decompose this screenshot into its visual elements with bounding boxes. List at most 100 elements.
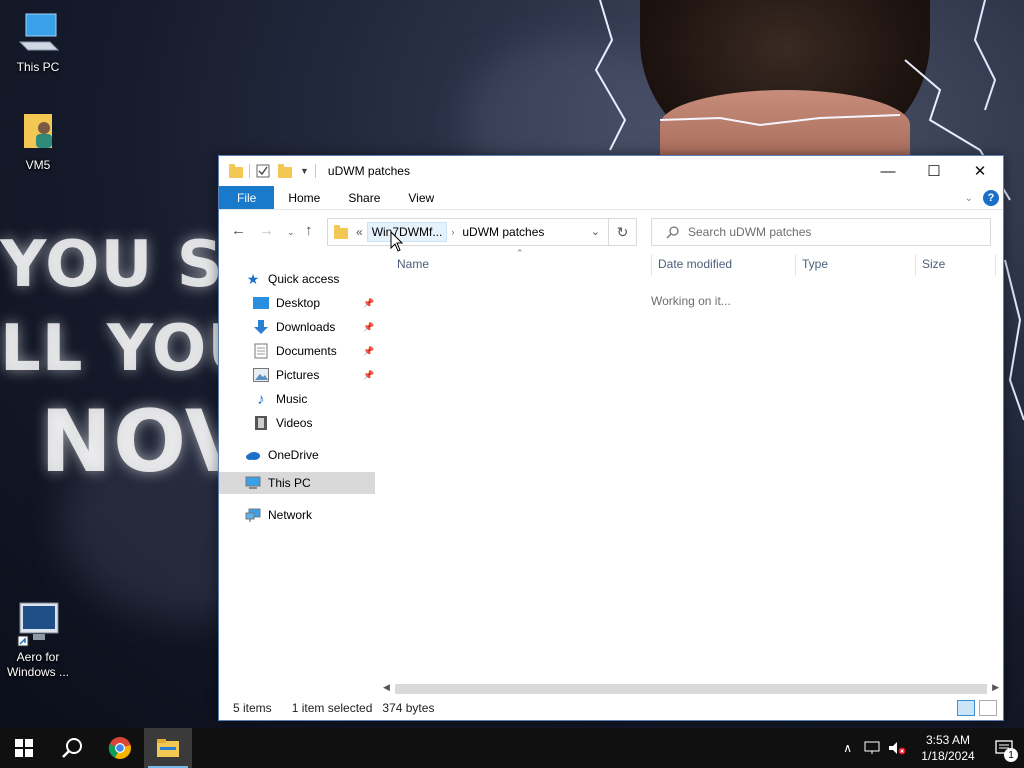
this-pc-icon (245, 475, 261, 491)
network-status-icon[interactable] (864, 741, 880, 755)
breadcrumb-win7dwm[interactable]: Win7DWMf... (366, 222, 448, 242)
column-label: Size (922, 257, 946, 271)
minimize-button[interactable]: — (865, 156, 911, 186)
clock[interactable]: 3:53 AM 1/18/2024 (912, 732, 984, 764)
nav-this-pc[interactable]: This PC (219, 472, 375, 494)
close-icon: ✕ (973, 163, 987, 180)
help-icon[interactable]: ? (983, 190, 999, 206)
nav-onedrive[interactable]: OneDrive (245, 444, 319, 466)
maximize-button[interactable]: ☐ (911, 156, 957, 186)
nav-label: Pictures (276, 368, 320, 382)
file-list[interactable]: Name ⌃ Date modified Type Size Working o… (379, 248, 1003, 684)
file-explorer-window: ▼ uDWM patches — ☐ ✕ File Home Share Vie… (218, 155, 1004, 721)
user-folder-icon (14, 108, 62, 156)
desktop-icon-label: This PC (16, 60, 60, 74)
search-box[interactable]: Search uDWM patches (651, 218, 991, 246)
pin-icon[interactable]: 📌 (363, 322, 374, 333)
nav-item-desktop[interactable]: Desktop 📌 (253, 292, 377, 314)
desktop-icon (253, 295, 269, 311)
chrome-taskbar-button[interactable] (96, 728, 144, 768)
action-center-button[interactable]: 1 (984, 728, 1024, 768)
tab-view[interactable]: View (394, 186, 448, 209)
download-icon (253, 319, 269, 335)
customize-toolbar-chevron-icon[interactable]: ▼ (300, 166, 309, 176)
search-button[interactable] (48, 728, 96, 768)
nav-item-downloads[interactable]: Downloads 📌 (253, 316, 377, 338)
nav-label: This PC (268, 476, 311, 490)
tab-file[interactable]: File (219, 186, 275, 209)
nav-item-pictures[interactable]: Pictures 📌 (253, 364, 377, 386)
scrollbar-thumb[interactable] (395, 684, 987, 694)
window-title: uDWM patches (327, 164, 410, 178)
desktop-icon-label: Aero for Windows ... (6, 650, 69, 679)
show-hidden-icons-icon[interactable]: ∧ (843, 741, 852, 755)
quick-access-toolbar: ▼ (219, 156, 309, 186)
pin-icon[interactable]: 📌 (363, 346, 374, 357)
expand-ribbon-chevron-icon[interactable]: ⌄ (965, 193, 973, 204)
forward-arrow-icon[interactable]: → (259, 222, 274, 239)
pin-icon[interactable]: 📌 (363, 370, 374, 381)
ribbon-tabs: File Home Share View ⌄ ? (219, 186, 1003, 210)
nav-quick-access[interactable]: ★ Quick access (245, 268, 340, 290)
desktop-icon-vm5[interactable]: VM5 (0, 108, 76, 173)
status-size: 374 bytes (382, 701, 435, 715)
notification-count-badge: 1 (1004, 748, 1018, 762)
sort-ascending-icon: ⌃ (516, 248, 524, 258)
this-pc-icon (14, 10, 62, 58)
column-label: Name (397, 257, 430, 271)
large-icons-view-icon[interactable] (979, 700, 997, 716)
title-bar[interactable]: ▼ uDWM patches — ☐ ✕ (219, 156, 1003, 186)
desktop-icon-this-pc[interactable]: This PC (0, 10, 76, 75)
column-header-date-modified[interactable]: Date modified (658, 250, 794, 278)
refresh-button[interactable]: ↻ (609, 218, 637, 246)
status-bar: 5 items 1 item selected 374 bytes (219, 696, 1003, 720)
nav-network[interactable]: Network (245, 504, 312, 526)
column-header-size[interactable]: Size (922, 250, 992, 278)
cloud-icon (245, 447, 261, 463)
nav-item-documents[interactable]: Documents 📌 (253, 340, 377, 362)
windows-logo-icon (15, 739, 33, 757)
navigation-bar: ← → ⌄ ↑ « Win7DWMf... › uDWM patches ⌄ ↻… (219, 210, 1003, 250)
clock-date: 1/18/2024 (921, 749, 975, 763)
column-header-type[interactable]: Type (802, 250, 914, 278)
nav-label: Desktop (276, 296, 321, 310)
desktop-icon-aero[interactable]: Aero for Windows ... (0, 600, 76, 680)
nav-item-music[interactable]: ♪ Music (253, 388, 307, 410)
up-arrow-icon[interactable]: ↑ (305, 222, 313, 239)
nav-label: OneDrive (268, 448, 319, 462)
chrome-icon (108, 737, 131, 759)
search-placeholder: Search uDWM patches (688, 225, 812, 239)
new-folder-icon[interactable] (278, 163, 292, 178)
nav-label: Downloads (276, 320, 336, 334)
details-view-icon[interactable] (957, 700, 975, 716)
scroll-right-icon[interactable]: ▶ (992, 682, 999, 693)
videos-icon (253, 415, 269, 431)
refresh-icon: ↻ (616, 223, 629, 240)
address-overflow-icon[interactable]: « (352, 222, 367, 242)
horizontal-scrollbar[interactable]: ◀ ▶ (379, 682, 1003, 696)
close-button[interactable]: ✕ (957, 156, 1003, 186)
column-label: Type (802, 257, 829, 271)
pin-icon[interactable]: 📌 (363, 298, 374, 309)
status-selected: 1 item selected (291, 701, 373, 715)
back-arrow-icon[interactable]: ← (231, 222, 246, 239)
address-history-chevron-icon[interactable]: ⌄ (591, 225, 600, 238)
taskbar: ∧ 3:53 AM 1/18/2024 1 (0, 728, 1024, 768)
recent-locations-chevron-icon[interactable]: ⌄ (287, 227, 295, 238)
tab-home[interactable]: Home (274, 186, 334, 209)
start-button[interactable] (0, 728, 48, 768)
address-bar[interactable]: « Win7DWMf... › uDWM patches ⌄ (327, 218, 609, 246)
nav-label: Music (276, 392, 308, 406)
nav-item-videos[interactable]: Videos (253, 412, 312, 434)
tab-share[interactable]: Share (334, 186, 394, 209)
breadcrumb-udwm-patches[interactable]: uDWM patches (458, 222, 548, 242)
file-explorer-taskbar-button[interactable] (144, 728, 192, 768)
properties-icon[interactable] (256, 164, 270, 178)
status-item-count: 5 items (233, 701, 272, 715)
address-folder-icon (334, 224, 348, 239)
volume-muted-icon[interactable] (888, 741, 906, 755)
scroll-left-icon[interactable]: ◀ (383, 682, 390, 693)
documents-icon (253, 343, 269, 359)
maximize-icon: ☐ (927, 163, 941, 180)
breadcrumb-separator-icon[interactable]: › (447, 222, 458, 242)
